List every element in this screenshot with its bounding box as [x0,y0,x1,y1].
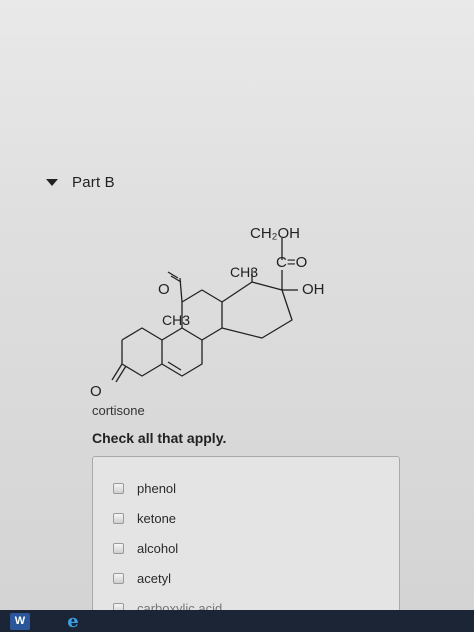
browser-content: Part B CH₂OH C=O CH3 OH CH3 O O cortison… [0,0,474,628]
option-label: alcohol [137,541,179,556]
checkbox[interactable] [113,483,124,494]
checkbox[interactable] [113,513,124,524]
ch3-top-label: CH3 [230,264,258,280]
cortisone-structure: CH₂OH C=O CH3 OH CH3 O O [90,225,325,400]
ch3-mid-label: CH3 [162,312,190,328]
answer-options: phenol ketone alcohol acetyl carboxylic … [92,456,400,628]
part-header[interactable]: Part B [46,174,115,191]
option-label: acetyl [137,571,171,586]
collapse-caret-icon[interactable] [46,179,58,186]
ch2oh-label: CH₂OH [250,225,300,242]
instruction-text: Check all that apply. [92,430,227,446]
option-ketone[interactable]: ketone [113,511,176,526]
checkbox[interactable] [113,543,124,554]
word-app-icon[interactable]: W [10,613,30,630]
part-title: Part B [72,174,115,191]
checkbox[interactable] [113,573,124,584]
option-acetyl[interactable]: acetyl [113,571,171,586]
carbonyl-label: C=O [276,254,307,271]
oh-label: OH [302,281,325,298]
molecule-name: cortisone [92,403,145,418]
option-alcohol[interactable]: alcohol [113,541,178,556]
option-phenol[interactable]: phenol [113,481,176,496]
option-label: phenol [137,481,177,496]
oxygen-left-label: O [90,383,102,400]
internet-explorer-icon[interactable]: e [62,612,84,632]
oxygen-top-label: O [158,281,170,298]
option-label: ketone [137,511,177,526]
